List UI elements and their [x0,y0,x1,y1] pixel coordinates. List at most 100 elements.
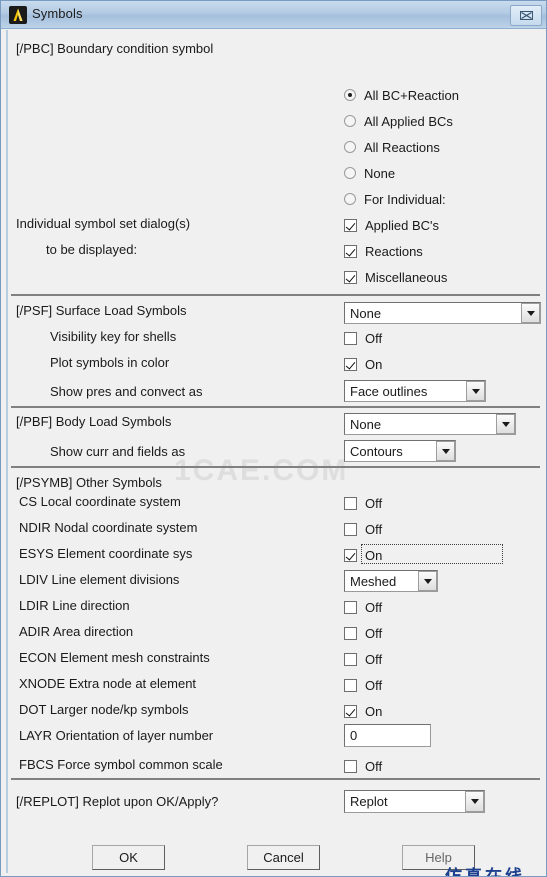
layr-orientation-label: LAYR Orientation of layer number [19,728,214,743]
chevron-down-icon[interactable] [466,381,485,401]
checkbox-label: On [365,356,383,372]
checkbox-label: On [365,547,383,563]
ldiv-line-divisions-label: LDIV Line element divisions [19,572,180,587]
radio-all-reactions[interactable]: All Reactions [344,138,440,156]
cancel-button[interactable]: Cancel [247,845,320,870]
close-icon[interactable] [510,5,542,26]
replot-label: [/REPLOT] Replot upon OK/Apply? [16,794,219,809]
to-be-displayed-label: to be displayed: [46,242,138,257]
fbcs-force-scale-label: FBCS Force symbol common scale [19,757,223,772]
combo-value: None [350,305,382,321]
check-mark [344,270,357,284]
chevron-down-icon[interactable] [436,441,455,461]
show-curr-fields-combo[interactable]: Contours [344,440,456,462]
checkbox-adir-area-direction[interactable]: Off [344,624,382,642]
section-divider-1 [11,294,540,296]
individual-symbol-set-label: Individual symbol set dialog(s) [16,216,191,231]
radio-label: None [364,165,396,181]
visibility-key-shells-label: Visibility key for shells [50,329,177,344]
show-curr-fields-label: Show curr and fields as [50,444,186,459]
checkbox-label: Off [365,521,383,537]
radio-label: All Reactions [364,139,440,155]
check-mark [344,626,357,640]
check-mark [344,218,357,232]
esys-element-coord-label: ESYS Element coordinate sys [19,546,193,561]
radio-all-bc-reaction[interactable]: All BC+Reaction [344,86,459,104]
radio-label: For Individual: [364,191,446,207]
check-mark [344,704,357,718]
pbf-section-header: [/PBF] Body Load Symbols [16,414,172,429]
check-mark [344,548,357,562]
dialog-body: 1CAE.COM [/PBC] Boundary condition symbo… [6,30,543,876]
chevron-down-icon[interactable] [496,414,515,434]
chevron-down-icon[interactable] [521,303,540,323]
adir-area-direction-label: ADIR Area direction [19,624,134,639]
plot-symbols-color-label: Plot symbols in color [50,355,170,370]
section-divider-4 [11,778,540,780]
section-divider-3 [11,466,540,468]
checkbox-label: Off [365,495,383,511]
checkbox-label: Applied BC's [365,217,440,233]
check-mark [344,759,357,773]
radio-label: All BC+Reaction [364,87,460,103]
title-bar[interactable]: Symbols [1,1,546,29]
chevron-down-icon[interactable] [418,571,437,591]
ansys-logo-icon [9,6,27,24]
ok-button[interactable]: OK [92,845,165,870]
checkbox-esys-element-coord[interactable]: On [344,546,382,564]
combo-value: Replot [350,794,388,809]
psf-section-header: [/PSF] Surface Load Symbols [16,303,187,318]
checkbox-label: Off [365,330,383,346]
checkbox-econ-mesh-constraints[interactable]: Off [344,650,382,668]
checkbox-reactions[interactable]: Reactions [344,242,423,260]
combo-value: None [350,416,382,432]
window-title: Symbols [32,6,83,21]
combo-value: Face outlines [350,383,428,399]
dot-larger-symbols-label: DOT Larger node/kp symbols [19,702,189,717]
psymb-section-header: [/PSYMB] Other Symbols [16,475,162,490]
section-divider-2 [11,406,540,408]
checkbox-label: Reactions [365,243,423,259]
combo-value: Contours [350,443,403,459]
show-pres-convect-label: Show pres and convect as [50,384,203,399]
radio-mark [344,193,356,205]
checkbox-ndir-nodal-coord[interactable]: Off [344,520,382,538]
checkbox-fbcs-force-scale[interactable]: Off [344,757,382,775]
replot-combo[interactable]: Replot [344,790,485,813]
radio-label: All Applied BCs [364,113,453,129]
checkbox-label: Miscellaneous [365,269,448,285]
radio-mark [344,141,356,153]
check-mark [344,496,357,510]
checkbox-label: Off [365,758,383,774]
ndir-nodal-coord-label: NDIR Nodal coordinate system [19,520,198,535]
checkbox-label: Off [365,677,383,693]
radio-for-individual[interactable]: For Individual: [344,190,446,208]
checkbox-xnode-extra-node[interactable]: Off [344,676,382,694]
cs-local-coord-label: CS Local coordinate system [19,494,181,509]
check-mark [344,600,357,614]
checkbox-applied-bcs[interactable]: Applied BC's [344,216,439,234]
checkbox-dot-larger-symbols[interactable]: On [344,702,382,720]
radio-all-applied-bcs[interactable]: All Applied BCs [344,112,453,130]
symbols-dialog-window: Symbols 1CAE.COM [/PBC] Boundary conditi… [0,0,547,877]
psf-symbols-combo[interactable]: None [344,302,541,324]
checkbox-cs-local-coord[interactable]: Off [344,494,382,512]
radio-mark [344,167,356,179]
checkbox-ldir-line-direction[interactable]: Off [344,598,382,616]
chevron-down-icon[interactable] [465,791,484,812]
radio-none[interactable]: None [344,164,395,182]
pbc-section-header: [/PBC] Boundary condition symbol [16,41,214,56]
check-mark [344,331,357,345]
ldiv-combo[interactable]: Meshed [344,570,438,592]
checkbox-miscellaneous[interactable]: Miscellaneous [344,268,447,286]
checkbox-label: On [365,703,383,719]
checkbox-label: Off [365,651,383,667]
show-pres-convect-combo[interactable]: Face outlines [344,380,486,402]
xnode-extra-node-label: XNODE Extra node at element [19,676,197,691]
pbf-symbols-combo[interactable]: None [344,413,516,435]
layr-orientation-input[interactable]: 0 [344,724,431,747]
help-button[interactable]: Help [402,845,475,870]
checkbox-plot-symbols-color[interactable]: On [344,355,382,373]
checkbox-visibility-key-shells[interactable]: Off [344,329,382,347]
watermark-center: 1CAE.COM [174,454,349,487]
